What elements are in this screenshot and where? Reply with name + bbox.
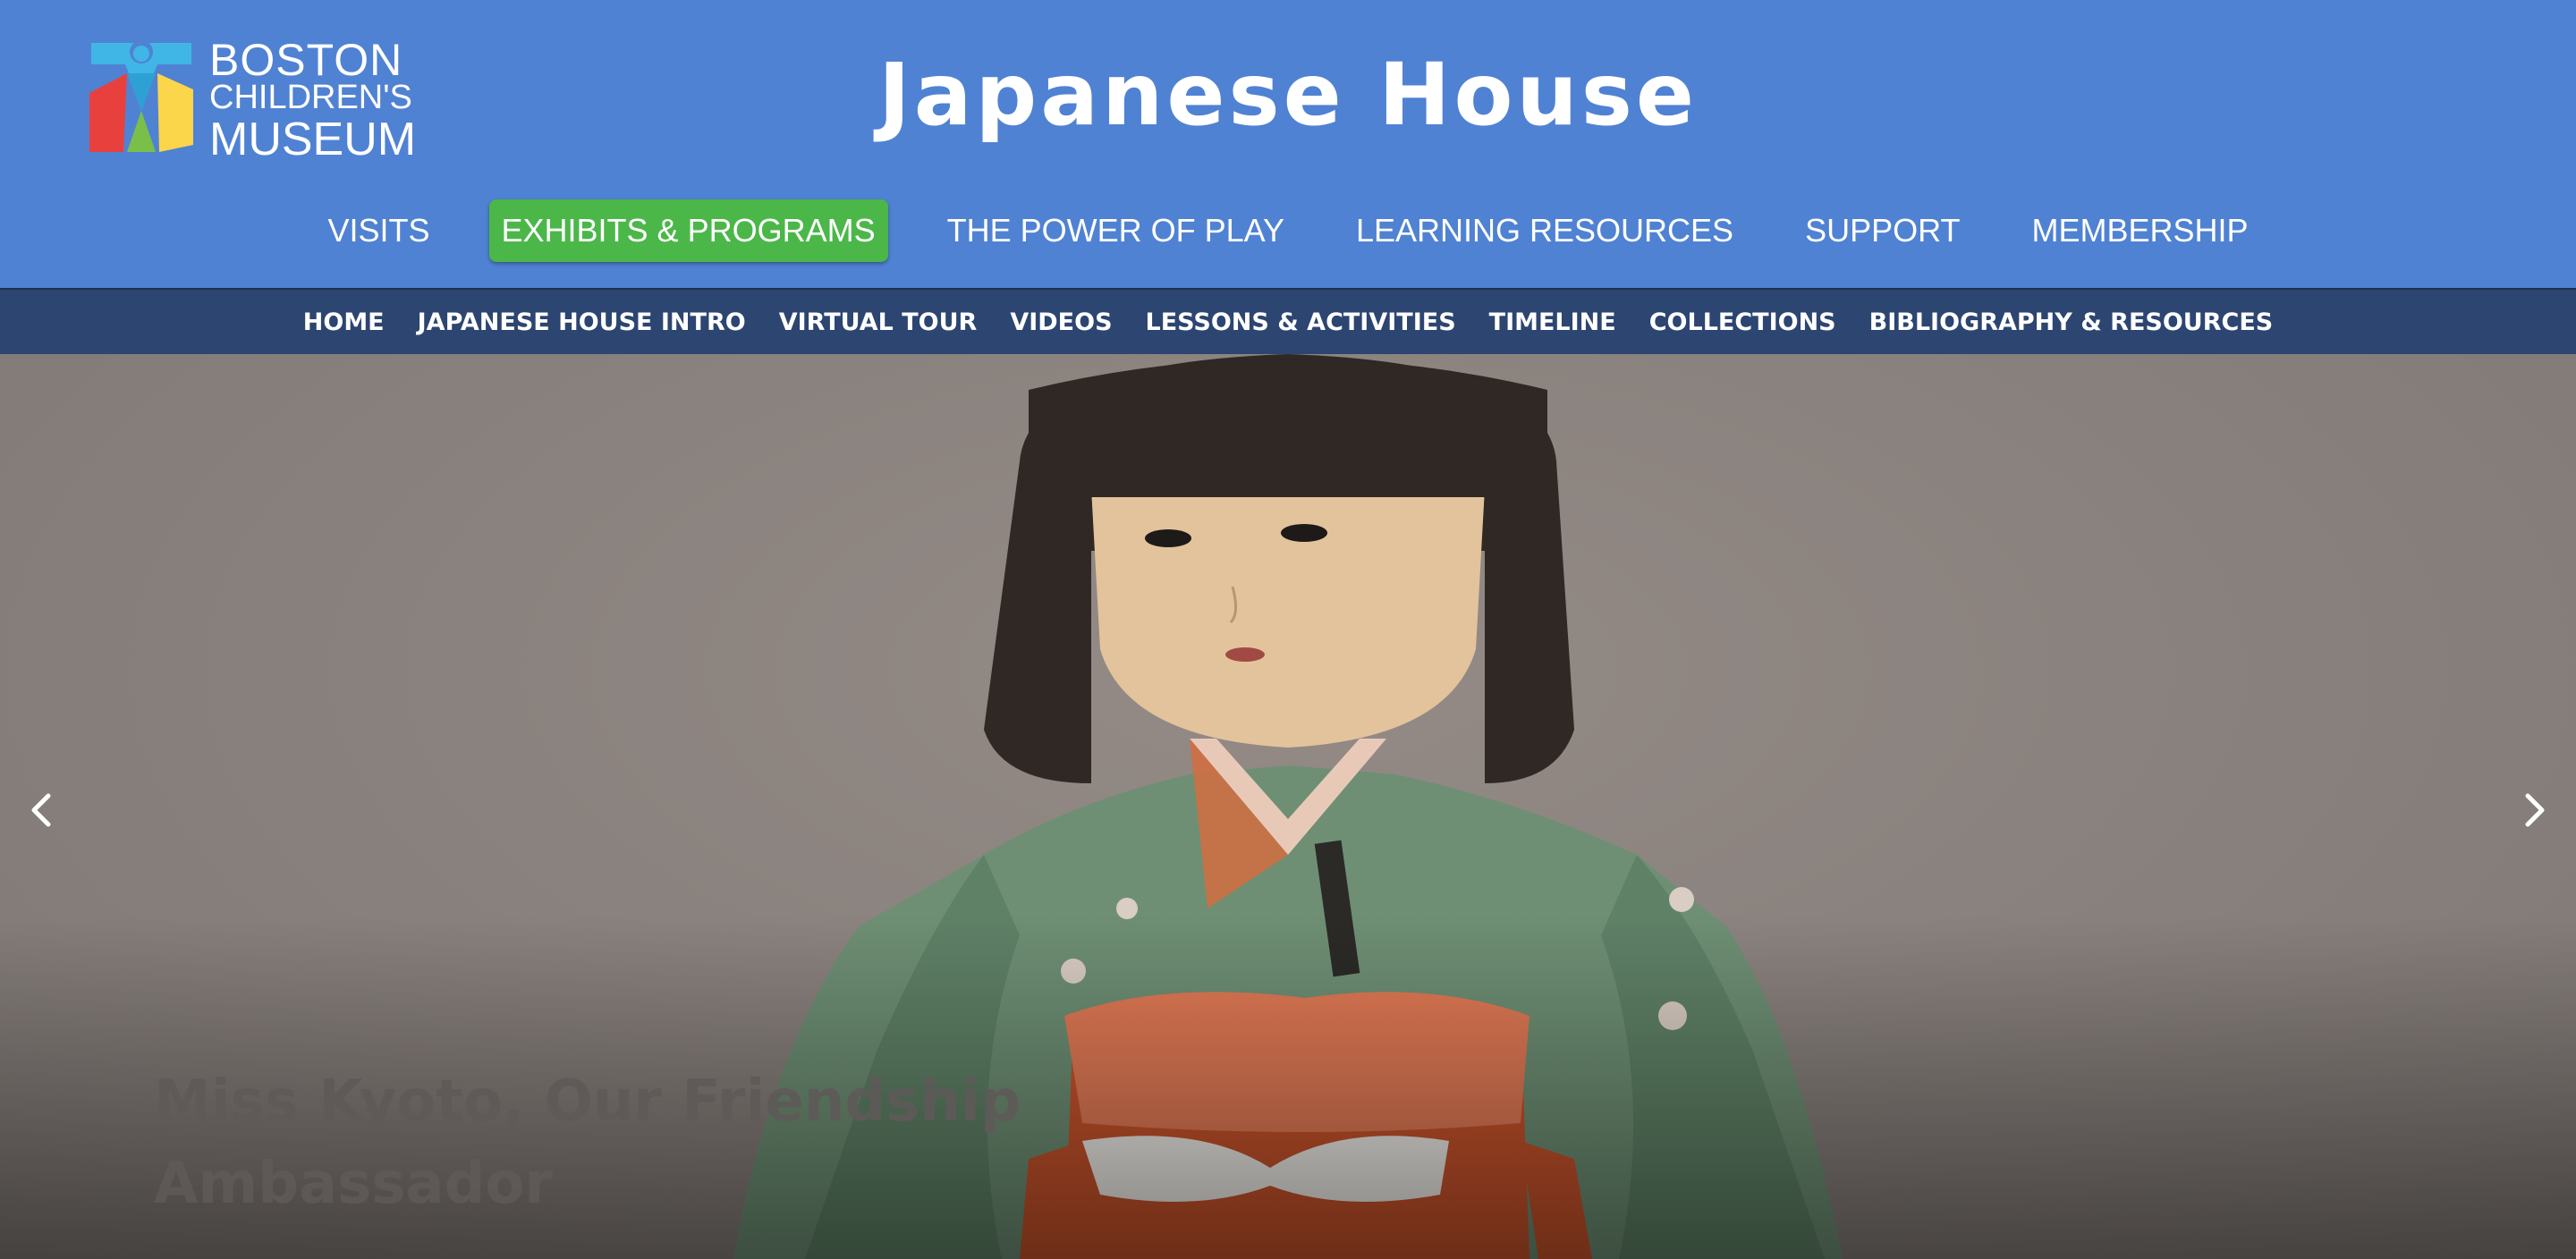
main-nav-learning-resources[interactable]: LEARNING RESOURCES [1343,199,1746,262]
page-title: Japanese House [877,45,1698,145]
sub-nav-timeline[interactable]: TIMELINE [1489,308,1616,336]
sub-nav-collections[interactable]: COLLECTIONS [1649,308,1836,336]
sub-nav-japanese-house-intro[interactable]: JAPANESE HOUSE INTRO [418,308,746,336]
hero-caption: Miss Kyoto, Our Friendship Ambassador [154,1069,1021,1217]
main-nav-visits[interactable]: VISITS [315,199,442,262]
sub-nav-lessons-activities[interactable]: LESSONS & ACTIVITIES [1146,308,1456,336]
main-nav-exhibits-programs[interactable]: EXHIBITS & PROGRAMS [488,199,888,262]
main-nav-membership[interactable]: MEMBERSHIP [2019,199,2260,262]
main-nav-power-of-play[interactable]: THE POWER OF PLAY [935,199,1297,262]
sub-nav: HOME JAPANESE HOUSE INTRO VIRTUAL TOUR V… [0,288,2576,354]
sub-nav-home[interactable]: HOME [303,308,385,336]
sub-nav-bibliography-resources[interactable]: BIBLIOGRAPHY & RESOURCES [1869,308,2274,336]
main-nav-support[interactable]: SUPPORT [1792,199,1972,262]
hero-carousel: Miss Kyoto, Our Friendship Ambassador [0,354,2576,1259]
chevron-left-icon[interactable] [14,783,68,837]
main-nav: VISITS EXHIBITS & PROGRAMS THE POWER OF … [0,199,2576,263]
chevron-right-icon[interactable] [2508,783,2562,837]
sub-nav-virtual-tour[interactable]: VIRTUAL TOUR [779,308,978,336]
site-header: BOSTON CHILDREN'S MUSEUM Japanese House … [0,0,2576,288]
sub-nav-videos[interactable]: VIDEOS [1010,308,1112,336]
